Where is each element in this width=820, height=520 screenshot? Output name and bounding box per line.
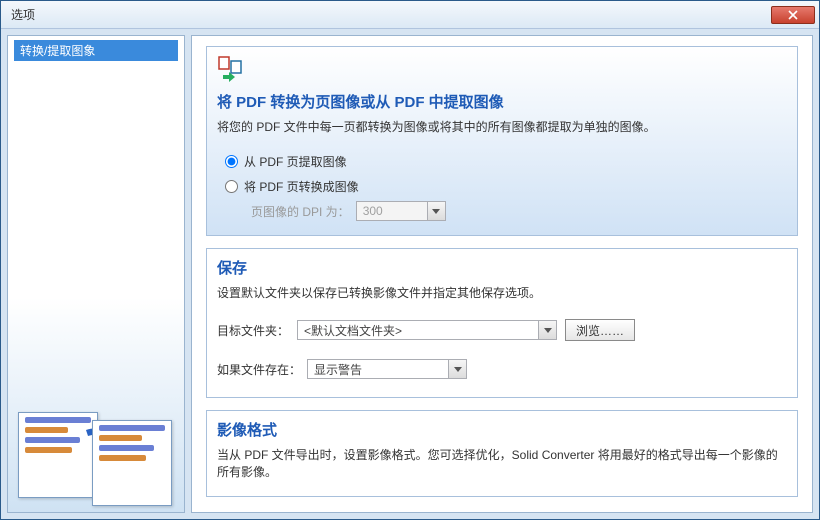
- target-folder-label: 目标文件夹：: [217, 322, 297, 339]
- browse-button-label: 浏览……: [576, 322, 624, 339]
- chevron-down-icon: [427, 202, 445, 220]
- radio-convert[interactable]: [225, 180, 238, 193]
- radio-row-extract[interactable]: 从 PDF 页提取图像: [217, 149, 787, 174]
- sidebar-item-convert-extract[interactable]: 转换/提取图象: [14, 40, 178, 61]
- dpi-dropdown[interactable]: 300: [356, 201, 446, 221]
- chevron-down-icon: [538, 321, 556, 339]
- section3-title: 影像格式: [217, 419, 787, 440]
- titlebar: 选项: [1, 1, 819, 29]
- sidebar-illustration: [14, 406, 178, 506]
- section2-title: 保存: [217, 257, 787, 278]
- target-folder-dropdown[interactable]: <默认文档文件夹>: [297, 320, 557, 340]
- section-save: 保存 设置默认文件夹以保存已转换影像文件并指定其他保存选项。 目标文件夹： <默…: [206, 248, 798, 398]
- file-exists-dropdown[interactable]: 显示警告: [307, 359, 467, 379]
- window-title: 选项: [5, 6, 771, 23]
- section3-desc: 当从 PDF 文件导出时，设置影像格式。您可选择优化，Solid Convert…: [217, 446, 787, 480]
- dpi-value: 300: [357, 204, 427, 218]
- browse-button[interactable]: 浏览……: [565, 319, 635, 341]
- convert-icon: [217, 55, 245, 83]
- close-button[interactable]: [771, 6, 815, 24]
- section-convert-extract: 将 PDF 转换为页图像或从 PDF 中提取图像 将您的 PDF 文件中每一页都…: [206, 46, 798, 236]
- radio-convert-label: 将 PDF 页转换成图像: [244, 178, 359, 195]
- close-icon: [788, 10, 798, 20]
- file-exists-value: 显示警告: [308, 361, 448, 378]
- section2-desc: 设置默认文件夹以保存已转换影像文件并指定其他保存选项。: [217, 284, 787, 301]
- radio-extract-label: 从 PDF 页提取图像: [244, 153, 347, 170]
- sidebar: 转换/提取图象: [7, 35, 185, 513]
- radio-extract[interactable]: [225, 155, 238, 168]
- file-exists-label: 如果文件存在：: [217, 361, 307, 378]
- chevron-down-icon: [448, 360, 466, 378]
- file-exists-row: 如果文件存在： 显示警告: [217, 353, 787, 385]
- dpi-row: 页图像的 DPI 为： 300: [217, 199, 787, 225]
- section1-title: 将 PDF 转换为页图像或从 PDF 中提取图像: [217, 91, 787, 112]
- radio-row-convert[interactable]: 将 PDF 页转换成图像: [217, 174, 787, 199]
- sidebar-item-label: 转换/提取图象: [20, 44, 95, 58]
- dpi-label: 页图像的 DPI 为：: [251, 203, 350, 220]
- target-folder-row: 目标文件夹： <默认文档文件夹> 浏览……: [217, 313, 787, 347]
- section-image-format: 影像格式 当从 PDF 文件导出时，设置影像格式。您可选择优化，Solid Co…: [206, 410, 798, 497]
- section1-desc: 将您的 PDF 文件中每一页都转换为图像或将其中的所有图像都提取为单独的图像。: [217, 118, 787, 135]
- content-panel: 将 PDF 转换为页图像或从 PDF 中提取图像 将您的 PDF 文件中每一页都…: [191, 35, 813, 513]
- target-folder-value: <默认文档文件夹>: [298, 322, 538, 339]
